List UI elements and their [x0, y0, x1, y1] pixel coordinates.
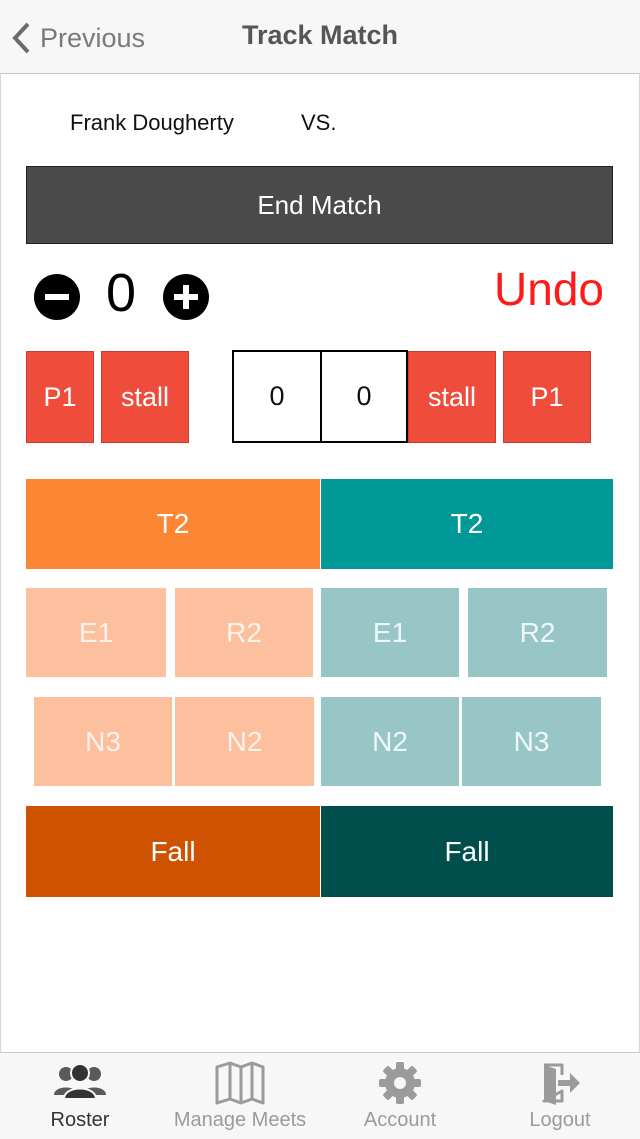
left-score: 0: [232, 350, 322, 443]
tab-account[interactable]: Account: [320, 1053, 480, 1139]
tab-manage-meets[interactable]: Manage Meets: [160, 1053, 320, 1139]
left-fall-button[interactable]: Fall: [26, 806, 320, 897]
left-takedown-button[interactable]: T2: [26, 479, 320, 569]
undo-button[interactable]: Undo: [494, 262, 604, 316]
tab-manage-meets-label: Manage Meets: [173, 1109, 307, 1131]
left-reversal-button[interactable]: R2: [175, 588, 313, 677]
left-stall-button[interactable]: stall: [101, 351, 189, 443]
right-nearfall2-button[interactable]: N2: [321, 697, 459, 786]
tab-logout-label: Logout: [529, 1109, 591, 1131]
page-title: Track Match: [241, 20, 399, 50]
gear-icon: [379, 1062, 421, 1104]
decrement-button[interactable]: [34, 274, 80, 320]
tab-account-label: Account: [363, 1109, 437, 1131]
right-p1-button[interactable]: P1: [503, 351, 591, 443]
wrestler-name: Frank Dougherty: [70, 110, 234, 135]
roster-icon: [54, 1063, 106, 1100]
right-escape-button[interactable]: E1: [321, 588, 459, 677]
right-stall-button[interactable]: stall: [408, 351, 496, 443]
period-counter: 0: [105, 263, 137, 323]
tab-bar: Roster Manage Meets Account Logout: [0, 1052, 640, 1139]
logout-icon: [542, 1063, 580, 1105]
left-nearfall2-button[interactable]: N2: [175, 697, 314, 786]
left-nearfall3-button[interactable]: N3: [34, 697, 172, 786]
tab-roster[interactable]: Roster: [0, 1053, 160, 1139]
plus-icon: [174, 285, 198, 309]
map-icon: [215, 1061, 265, 1105]
right-nearfall3-button[interactable]: N3: [462, 697, 601, 786]
right-fall-button[interactable]: Fall: [321, 806, 613, 897]
tab-roster-label: Roster: [50, 1109, 110, 1131]
right-score: 0: [320, 350, 408, 443]
vs-label: VS.: [301, 110, 337, 135]
left-p1-button[interactable]: P1: [26, 351, 94, 443]
nav-bar: Previous Track Match: [0, 0, 640, 74]
left-escape-button[interactable]: E1: [26, 588, 166, 677]
minus-icon: [45, 294, 69, 300]
tab-logout[interactable]: Logout: [480, 1053, 640, 1139]
right-takedown-button[interactable]: T2: [321, 479, 613, 569]
increment-button[interactable]: [163, 274, 209, 320]
end-match-button[interactable]: End Match: [26, 166, 613, 244]
right-reversal-button[interactable]: R2: [468, 588, 607, 677]
